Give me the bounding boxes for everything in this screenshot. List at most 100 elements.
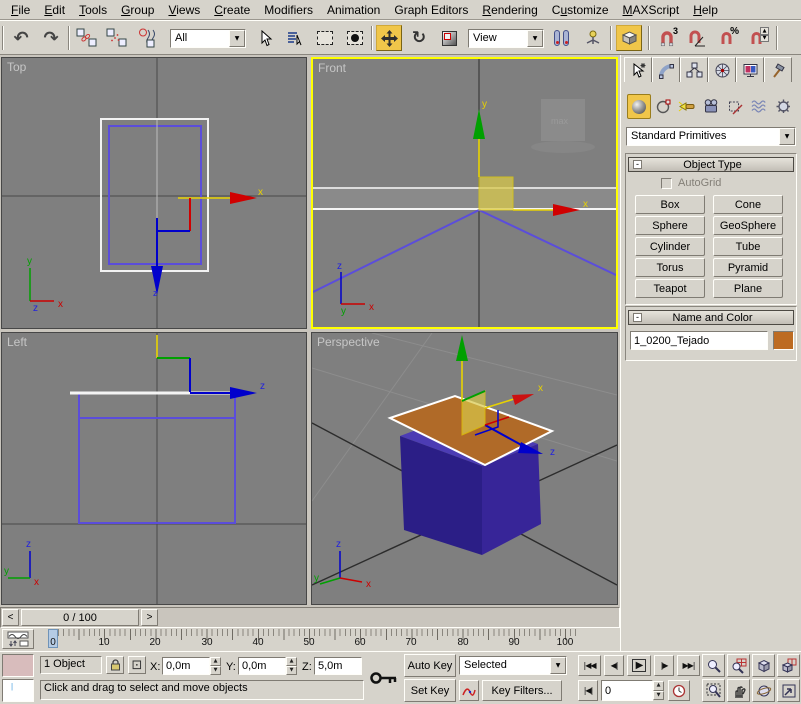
time-slider-handle[interactable]: 0 / 100 <box>21 609 139 626</box>
category-systems[interactable] <box>771 94 795 119</box>
angle-snap-icon[interactable] <box>684 25 710 51</box>
go-to-start-button[interactable]: |◀◀ <box>578 655 601 676</box>
frame-forward-button[interactable]: > <box>141 609 158 626</box>
category-geometry[interactable] <box>627 94 651 119</box>
primitive-cone-button[interactable]: Cone <box>713 195 783 214</box>
arc-rotate-button[interactable] <box>752 679 775 702</box>
current-frame-field[interactable] <box>601 680 653 701</box>
redo-icon[interactable]: ↷ <box>38 25 64 51</box>
menu-group[interactable]: Group <box>114 1 161 19</box>
category-shapes[interactable] <box>651 94 675 119</box>
primitive-plane-button[interactable]: Plane <box>713 279 783 298</box>
viewport-top[interactable]: x z y z x Top <box>1 57 307 329</box>
object-name-input[interactable] <box>630 331 768 350</box>
previous-frame-button[interactable]: ◀| <box>604 655 624 676</box>
min-max-toggle-button[interactable] <box>777 679 800 702</box>
select-manipulate-icon[interactable] <box>580 25 606 51</box>
zoom-extents-all-button[interactable] <box>777 654 800 677</box>
undo-icon[interactable]: ↶ <box>8 25 34 51</box>
key-filters-button[interactable]: Key Filters... <box>482 680 562 701</box>
zoom-extents-button[interactable] <box>752 654 775 677</box>
auto-key-button[interactable]: Auto Key <box>404 654 456 677</box>
category-lights[interactable] <box>675 94 699 119</box>
z-coordinate-field[interactable] <box>314 657 362 675</box>
window-crossing-icon[interactable] <box>342 25 368 51</box>
menu-modifiers[interactable]: Modifiers <box>257 1 320 19</box>
primitive-cylinder-button[interactable]: Cylinder <box>635 237 705 256</box>
name-color-rollout-header[interactable]: - Name and Color <box>628 310 794 325</box>
set-key-curve-button[interactable] <box>459 680 479 701</box>
primitive-torus-button[interactable]: Torus <box>635 258 705 277</box>
maxscript-macro-pane[interactable] <box>2 654 34 677</box>
selection-filter-select[interactable]: All▼ <box>170 29 246 48</box>
region-zoom-button[interactable] <box>702 679 725 702</box>
spinner-snap-icon[interactable]: ▲▼ <box>744 25 770 51</box>
tab-create[interactable] <box>624 57 652 82</box>
viewport-perspective[interactable]: x z z y x Perspective <box>311 332 618 605</box>
bind-spacewarp-icon[interactable] <box>134 25 160 51</box>
tab-modify[interactable] <box>652 57 680 82</box>
object-type-rollout-header[interactable]: - Object Type <box>628 157 794 172</box>
menu-help[interactable]: Help <box>686 1 725 19</box>
timeline-ruler[interactable]: 0 10 20 30 40 50 60 70 80 90 100 <box>38 628 578 651</box>
object-color-swatch[interactable] <box>773 331 794 350</box>
category-spacewarps[interactable] <box>747 94 771 119</box>
zoom-button[interactable] <box>702 654 725 677</box>
menu-create[interactable]: Create <box>207 1 257 19</box>
viewport-top-label[interactable]: Top <box>7 60 26 74</box>
primitive-pyramid-button[interactable]: Pyramid <box>713 258 783 277</box>
primitive-geosphere-button[interactable]: GeoSphere <box>713 216 783 235</box>
zoom-all-button[interactable] <box>727 654 750 677</box>
primitive-teapot-button[interactable]: Teapot <box>635 279 705 298</box>
select-move-icon[interactable] <box>376 25 402 51</box>
select-by-name-icon[interactable] <box>282 25 308 51</box>
category-cameras[interactable] <box>699 94 723 119</box>
frame-spinner[interactable]: ▲▼ <box>653 681 664 700</box>
next-frame-button[interactable]: |▶ <box>654 655 674 676</box>
snap-toggle-icon[interactable]: 3 <box>654 25 680 51</box>
select-link-icon[interactable] <box>74 25 100 51</box>
ref-coord-select[interactable]: View▼ <box>468 29 544 48</box>
select-object-icon[interactable] <box>252 25 278 51</box>
menu-maxscript[interactable]: MAXScript <box>616 1 687 19</box>
menu-tools[interactable]: Tools <box>72 1 114 19</box>
percent-snap-icon[interactable]: % <box>714 25 740 51</box>
category-helpers[interactable] <box>723 94 747 119</box>
primitive-sphere-button[interactable]: Sphere <box>635 216 705 235</box>
menu-animation[interactable]: Animation <box>320 1 387 19</box>
primitive-tube-button[interactable]: Tube <box>713 237 783 256</box>
menu-edit[interactable]: Edit <box>37 1 72 19</box>
maxscript-listener-pane[interactable]: | <box>2 679 34 702</box>
viewport-perspective-label[interactable]: Perspective <box>317 335 380 349</box>
selection-set-select[interactable]: Selected▼ <box>459 656 567 675</box>
collapse-icon[interactable]: - <box>633 160 642 169</box>
menu-views[interactable]: Views <box>161 1 207 19</box>
play-button[interactable]: ▶ <box>627 655 651 676</box>
pan-button[interactable] <box>727 679 750 702</box>
go-to-end-button[interactable]: ▶▶| <box>677 655 700 676</box>
x-spinner[interactable]: ▲▼ <box>210 657 221 675</box>
viewport-left-label[interactable]: Left <box>7 335 27 349</box>
autogrid-checkbox[interactable] <box>661 178 672 189</box>
primitive-box-button[interactable]: Box <box>635 195 705 214</box>
keyboard-override-icon[interactable] <box>616 25 642 51</box>
menu-file[interactable]: File <box>4 1 37 19</box>
viewport-left[interactable]: z z y x Left <box>1 332 307 605</box>
tab-hierarchy[interactable] <box>680 57 708 82</box>
tab-utilities[interactable] <box>764 57 792 82</box>
menu-rendering[interactable]: Rendering <box>475 1 544 19</box>
tab-motion[interactable] <box>708 57 736 82</box>
rect-selection-region-icon[interactable] <box>312 25 338 51</box>
y-coordinate-field[interactable] <box>238 657 286 675</box>
viewport-front-label[interactable]: Front <box>318 61 346 75</box>
key-mode-toggle[interactable]: |◀| <box>578 680 598 701</box>
x-coordinate-field[interactable] <box>162 657 210 675</box>
use-pivot-center-icon[interactable] <box>548 25 574 51</box>
tab-display[interactable] <box>736 57 764 82</box>
primitive-category-select[interactable]: Standard Primitives▼ <box>626 127 796 146</box>
viewport-front[interactable]: max y x z y x Front <box>311 57 618 329</box>
absolute-mode-toggle[interactable]: ⊡ <box>128 656 146 674</box>
unlink-icon[interactable] <box>104 25 130 51</box>
y-spinner[interactable]: ▲▼ <box>286 657 297 675</box>
collapse-icon[interactable]: - <box>633 313 642 322</box>
